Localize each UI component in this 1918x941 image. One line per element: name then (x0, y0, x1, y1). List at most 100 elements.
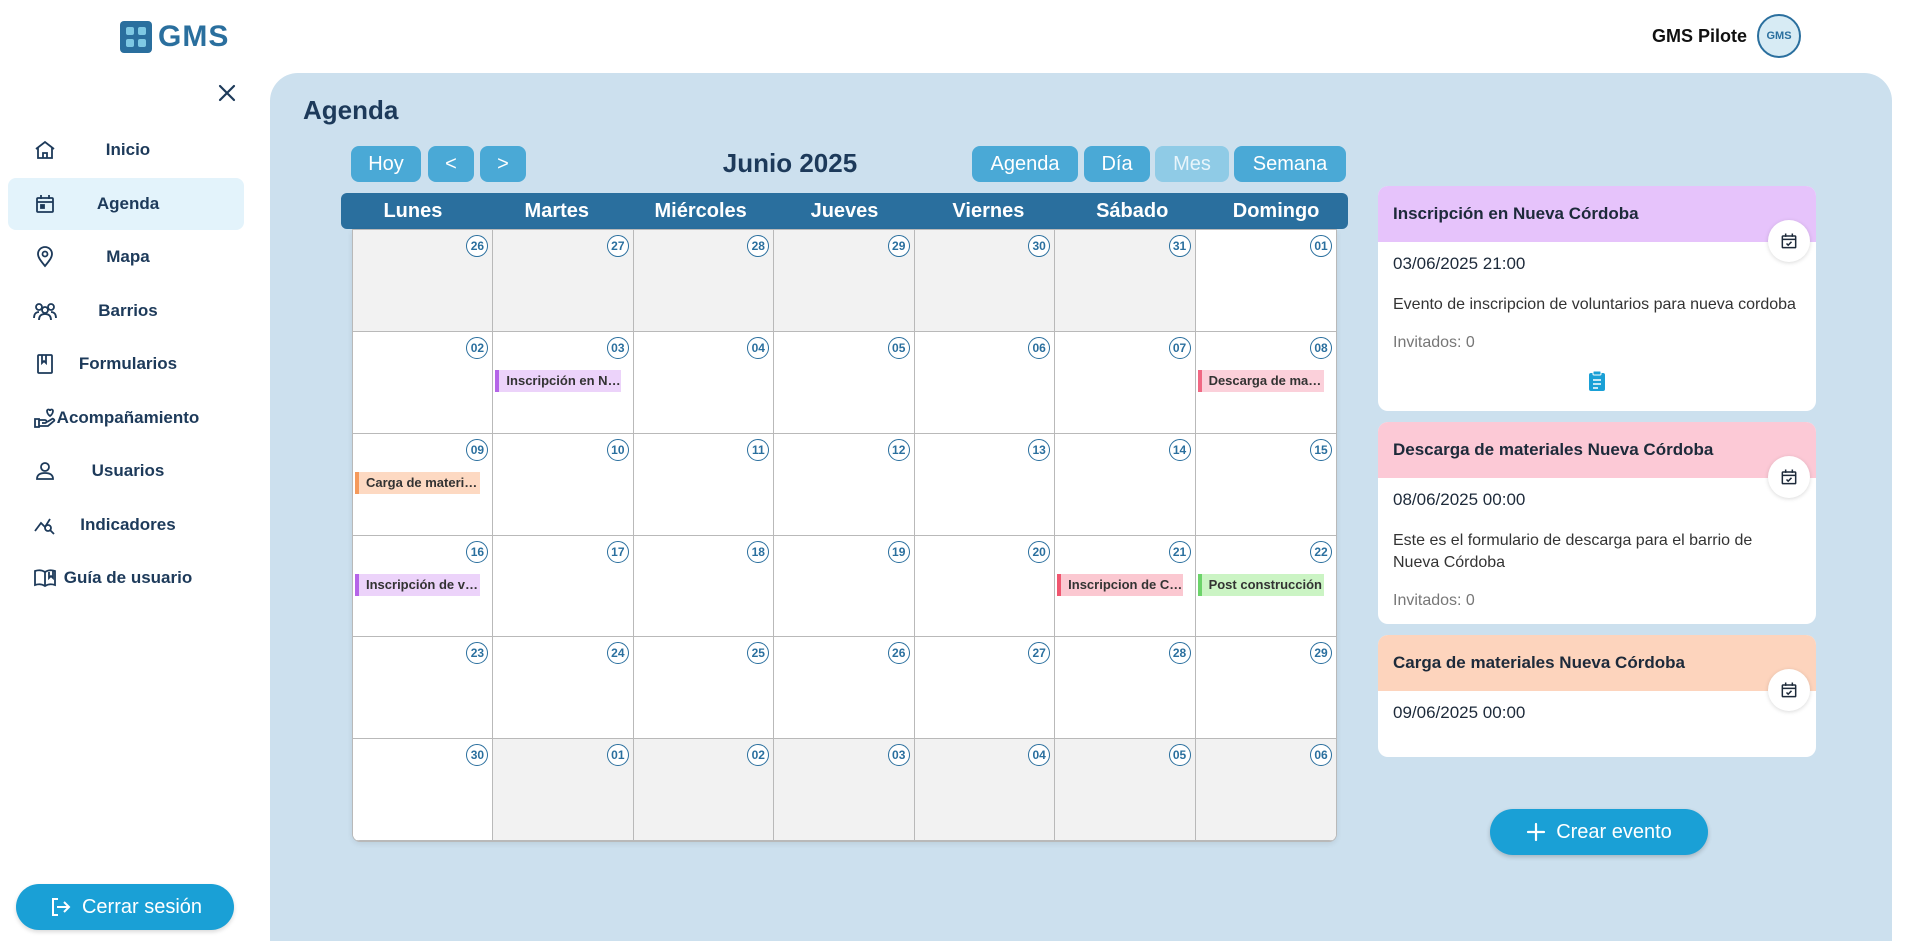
logout-button[interactable]: Cerrar sesión (16, 884, 234, 930)
view-agenda-button[interactable]: Agenda (972, 146, 1078, 182)
day-number[interactable]: 09 (466, 438, 489, 461)
calendar-event[interactable]: Post construcción (1197, 573, 1324, 596)
close-sidebar-button[interactable] (218, 80, 236, 106)
calendar-day-cell[interactable]: 01 (493, 739, 634, 841)
sidebar-item-agenda[interactable]: Agenda (8, 177, 244, 230)
day-number[interactable]: 11 (747, 438, 770, 461)
calendar-day-cell[interactable]: 25 (633, 637, 775, 740)
sidebar-item-inicio[interactable]: Inicio (8, 124, 244, 176)
day-number[interactable]: 30 (1028, 235, 1051, 257)
calendar-day-cell[interactable]: 15 (1195, 433, 1336, 536)
sidebar-item-acompanamiento[interactable]: Acompañamiento (8, 392, 244, 444)
day-number[interactable]: 02 (747, 744, 770, 767)
day-number[interactable]: 20 (1028, 540, 1051, 563)
calendar-day-cell[interactable]: 02 (353, 331, 494, 434)
view-week-button[interactable]: Semana (1234, 146, 1346, 182)
sidebar-item-usuarios[interactable]: Usuarios (8, 445, 244, 497)
day-number[interactable]: 05 (887, 336, 910, 359)
day-number[interactable]: 01 (606, 744, 629, 767)
day-number[interactable]: 30 (466, 744, 489, 767)
calendar-day-cell[interactable]: 06 (1195, 739, 1336, 841)
calendar-day-cell[interactable]: 29 (1195, 637, 1336, 740)
sidebar-item-mapa[interactable]: Mapa (8, 231, 244, 283)
calendar-day-cell[interactable]: 14 (1055, 433, 1196, 536)
calendar-day-cell[interactable]: 26 (774, 637, 915, 740)
calendar-day-cell[interactable]: 30 (353, 739, 494, 841)
day-number[interactable]: 31 (1168, 235, 1191, 257)
day-number[interactable]: 08 (1310, 336, 1332, 359)
calendar-day-cell[interactable]: 04 (633, 331, 775, 434)
day-number[interactable]: 12 (887, 438, 910, 461)
calendar-day-cell[interactable]: 18 (633, 535, 775, 638)
calendar-day-cell[interactable]: 29 (774, 230, 915, 332)
calendar-day-cell[interactable]: 09 Carga de materiales Nueva Córdoba (353, 433, 494, 536)
today-button[interactable]: Hoy (351, 146, 421, 182)
day-number[interactable]: 10 (606, 438, 629, 461)
calendar-day-cell[interactable]: 28 (1055, 637, 1196, 740)
calendar-day-cell[interactable]: 16 Inscripción de voluntarios (353, 535, 494, 638)
calendar-day-cell[interactable]: 05 (1055, 739, 1196, 841)
calendar-day-cell[interactable]: 01 (1195, 230, 1336, 332)
calendar-day-cell[interactable]: 13 (914, 433, 1056, 536)
day-number[interactable]: 07 (1168, 336, 1191, 359)
calendar-day-cell[interactable]: 20 (914, 535, 1056, 638)
calendar-day-cell[interactable]: 28 (633, 230, 775, 332)
calendar-day-cell[interactable]: 10 (493, 433, 634, 536)
calendar-day-cell[interactable]: 12 (774, 433, 915, 536)
calendar-day-cell[interactable]: 03 (774, 739, 915, 841)
calendar-day-cell[interactable]: 22 Post construcción (1195, 535, 1336, 638)
day-number[interactable]: 02 (466, 336, 489, 359)
day-number[interactable]: 29 (1310, 642, 1332, 665)
calendar-event[interactable]: Descarga de materiales Nueva Córdoba (1197, 369, 1324, 392)
view-month-button[interactable]: Mes (1155, 146, 1229, 182)
clipboard-icon[interactable] (1393, 370, 1801, 397)
calendar-day-cell[interactable]: 07 (1055, 331, 1196, 434)
calendar-day-cell[interactable]: 26 (353, 230, 494, 332)
calendar-day-cell[interactable]: 30 (914, 230, 1056, 332)
day-number[interactable]: 04 (1028, 744, 1051, 767)
day-number[interactable]: 14 (1168, 438, 1191, 461)
calendar-day-cell[interactable]: 11 (633, 433, 775, 536)
calendar-day-cell[interactable]: 27 (914, 637, 1056, 740)
sidebar-item-guia[interactable]: Guía de usuario (8, 552, 244, 604)
day-number[interactable]: 25 (747, 642, 770, 665)
day-number[interactable]: 26 (466, 235, 489, 257)
calendar-day-cell[interactable]: 08 Descarga de materiales Nueva Córdoba (1195, 331, 1336, 434)
calendar-check-icon[interactable] (1768, 669, 1810, 711)
calendar-event[interactable]: Inscripción en Nueva Córdoba (495, 369, 621, 392)
sidebar-item-indicadores[interactable]: Indicadores (8, 499, 244, 551)
day-number[interactable]: 05 (1168, 744, 1191, 767)
day-number[interactable]: 17 (606, 540, 629, 563)
create-event-button[interactable]: Crear evento (1490, 809, 1708, 855)
day-number[interactable]: 23 (466, 642, 489, 665)
day-number[interactable]: 22 (1310, 540, 1332, 563)
day-number[interactable]: 04 (747, 336, 770, 359)
sidebar-item-barrios[interactable]: Barrios (8, 285, 244, 337)
day-number[interactable]: 06 (1028, 336, 1051, 359)
calendar-day-cell[interactable]: 24 (493, 637, 634, 740)
day-number[interactable]: 28 (747, 235, 770, 257)
calendar-day-cell[interactable]: 03 Inscripción en Nueva Córdoba (493, 331, 634, 434)
calendar-day-cell[interactable]: 21 Inscripcion de Córdoba (1055, 535, 1196, 638)
sidebar-item-formularios[interactable]: Formularios (8, 338, 244, 390)
day-number[interactable]: 16 (466, 540, 489, 563)
view-day-button[interactable]: Día (1084, 146, 1150, 182)
calendar-check-icon[interactable] (1768, 220, 1810, 262)
day-number[interactable]: 26 (887, 642, 910, 665)
day-number[interactable]: 13 (1028, 438, 1051, 461)
calendar-day-cell[interactable]: 06 (914, 331, 1056, 434)
day-number[interactable]: 03 (887, 744, 910, 767)
day-number[interactable]: 03 (606, 336, 629, 359)
day-number[interactable]: 15 (1310, 438, 1332, 461)
calendar-day-cell[interactable]: 04 (914, 739, 1056, 841)
calendar-day-cell[interactable]: 05 (774, 331, 915, 434)
day-number[interactable]: 19 (887, 540, 910, 563)
avatar[interactable]: GMS (1757, 14, 1801, 58)
calendar-day-cell[interactable]: 02 (633, 739, 775, 841)
day-number[interactable]: 27 (1028, 642, 1051, 665)
day-number[interactable]: 01 (1310, 235, 1332, 257)
day-number[interactable]: 18 (747, 540, 770, 563)
calendar-event[interactable]: Carga de materiales Nueva Córdoba (355, 471, 481, 494)
calendar-event[interactable]: Inscripcion de Córdoba (1057, 573, 1183, 596)
event-card[interactable]: Descarga de materiales Nueva Córdoba 08/0… (1378, 422, 1816, 624)
